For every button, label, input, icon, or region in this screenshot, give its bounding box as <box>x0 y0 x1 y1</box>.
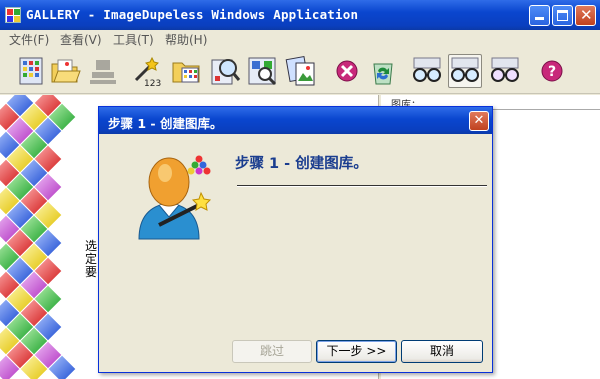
maximize-icon <box>557 10 568 21</box>
minimize-icon <box>535 17 544 20</box>
dialog-title-bar[interactable]: 步骤 1 - 创建图库。 ✕ <box>99 107 492 134</box>
folder-scan-icon[interactable] <box>170 54 204 88</box>
stop-delete-icon[interactable] <box>330 54 364 88</box>
gallery-thumbnail-strip <box>0 95 80 379</box>
background-partial-text: 选定要 <box>85 239 98 279</box>
stamp-disabled-icon <box>86 54 120 88</box>
menu-bar: 文件(F) 查看(V) 工具(T) 帮助(H) <box>0 30 600 48</box>
app-icon <box>5 7 21 23</box>
image-search-icon[interactable] <box>246 54 280 88</box>
glasses-view-icon[interactable] <box>410 54 444 88</box>
help-icon[interactable]: ? <box>535 54 569 88</box>
dialog-close-button[interactable]: ✕ <box>469 111 489 131</box>
minimize-button[interactable] <box>529 5 550 26</box>
wizard-figure-icon <box>129 147 219 242</box>
wizard-dialog: 步骤 1 - 创建图库。 ✕ 步骤 1 - 创建图库。 跳过 下一步 >> 取消 <box>98 106 493 373</box>
heading-divider <box>237 185 487 187</box>
close-icon: ✕ <box>473 113 485 128</box>
svg-text:123: 123 <box>144 79 161 88</box>
dialog-heading: 步骤 1 - 创建图库。 <box>235 156 368 172</box>
magnifier-image-icon[interactable] <box>208 54 242 88</box>
next-button[interactable]: 下一步 >> <box>316 340 397 363</box>
recycle-icon[interactable] <box>366 54 400 88</box>
dialog-title: 步骤 1 - 创建图库。 <box>108 116 223 131</box>
wand-numbering-icon[interactable]: 123 <box>130 54 164 89</box>
glasses-dual-icon[interactable] <box>488 54 522 88</box>
toolbar: 123 ? <box>0 48 600 94</box>
svg-text:?: ? <box>548 64 556 80</box>
skip-button[interactable]: 跳过 <box>232 340 312 363</box>
diamond-pattern-icon <box>0 95 77 379</box>
close-icon: ✕ <box>580 6 593 24</box>
window-title: GALLERY - ImageDupeless Windows Applicat… <box>26 7 359 22</box>
maximize-button[interactable] <box>552 5 573 26</box>
app-window: GALLERY - ImageDupeless Windows Applicat… <box>0 0 600 379</box>
menu-tools[interactable]: 工具(T) <box>113 31 154 48</box>
title-bar[interactable]: GALLERY - ImageDupeless Windows Applicat… <box>0 0 600 30</box>
menu-help[interactable]: 帮助(H) <box>165 31 207 48</box>
open-folder-icon[interactable] <box>48 54 82 88</box>
gallery-grid-icon[interactable] <box>14 54 48 88</box>
compare-images-icon[interactable] <box>284 54 318 88</box>
menu-view[interactable]: 查看(V) <box>60 31 102 48</box>
close-button[interactable]: ✕ <box>575 5 596 26</box>
glasses-compare-icon[interactable] <box>448 54 482 88</box>
cancel-button[interactable]: 取消 <box>401 340 483 363</box>
menu-file[interactable]: 文件(F) <box>9 31 49 48</box>
